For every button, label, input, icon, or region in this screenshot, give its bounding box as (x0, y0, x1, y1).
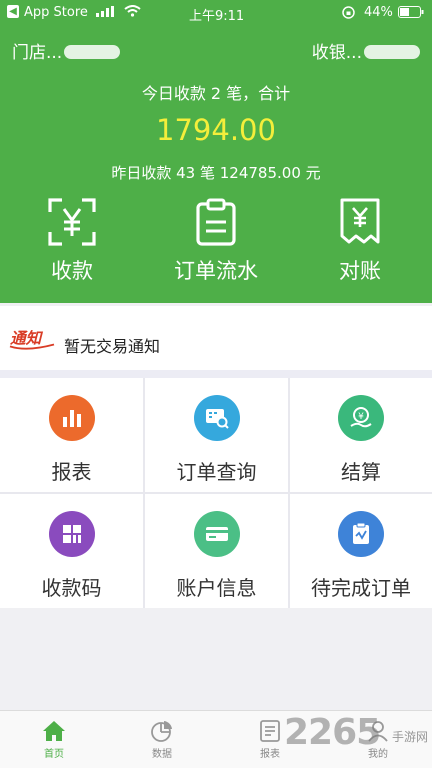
watermark: 2265 手游网 (282, 712, 432, 768)
section-divider (0, 370, 432, 378)
quick-action-label: 对账 (339, 259, 381, 283)
scan-yuan-icon (48, 198, 96, 246)
report-icon (260, 720, 280, 742)
pending-order-icon (338, 511, 384, 557)
cashier-name[interactable]: 收银... (312, 38, 420, 63)
quick-action-label: 订单流水 (174, 259, 258, 283)
tab-data[interactable]: 数据 (108, 711, 216, 768)
home-icon (43, 721, 65, 741)
menu-item-label: 报表 (51, 460, 92, 484)
back-arrow-icon[interactable]: ◀ (7, 5, 19, 18)
notice-badge-text: 通知 (10, 330, 44, 348)
order-search-icon (193, 395, 240, 441)
settlement-icon: ¥ (338, 395, 384, 441)
function-grid: 报表 订单查询 ¥ 结算 收款码 账户信息 待完成订单 (0, 378, 432, 608)
menu-item-label: 订单查询 (176, 460, 257, 484)
menu-item-order-query[interactable]: 订单查询 (145, 378, 288, 492)
status-bar: ◀ App Store 上午9:11 44% (0, 0, 432, 26)
notice-badge-icon: 通知 (9, 330, 55, 350)
tab-label: 数据 (152, 749, 172, 760)
wifi-icon (124, 5, 141, 17)
menu-item-settlement[interactable]: ¥ 结算 (290, 378, 432, 492)
menu-item-label: 结算 (341, 460, 381, 484)
battery-icon (398, 6, 424, 18)
quick-action-label: 收款 (51, 259, 93, 283)
menu-item-label: 待完成订单 (311, 576, 411, 600)
signal-icon (96, 6, 114, 17)
header-panel: ◀ App Store 上午9:11 44% 门店... 收银... 今日收款 … (0, 0, 432, 303)
bar-chart-icon (48, 395, 95, 441)
pie-chart-icon (151, 721, 172, 742)
watermark-site: 手游网 (392, 730, 429, 744)
notice-bar[interactable]: 通知 暂无交易通知 (0, 306, 432, 370)
receipt-yuan-icon (340, 198, 380, 244)
cashier-name-redaction (364, 45, 420, 59)
notice-text: 暂无交易通知 (64, 337, 161, 356)
menu-item-account-info[interactable]: 账户信息 (145, 494, 288, 608)
cashier-label: 收银... (311, 43, 362, 63)
menu-item-pending-orders[interactable]: 待完成订单 (290, 494, 432, 608)
collect-payment-button[interactable]: 收款 (0, 198, 144, 294)
tab-label: 首页 (44, 749, 64, 760)
yesterday-summary: 昨日收款 43 笔 124785.00 元 (111, 164, 321, 182)
menu-item-report[interactable]: 报表 (0, 378, 143, 492)
clipboard-icon (196, 198, 236, 246)
svg-text:¥: ¥ (358, 412, 364, 422)
tab-home[interactable]: 首页 (0, 711, 108, 768)
rotation-lock-icon (342, 6, 355, 19)
qr-grid-icon (48, 511, 95, 557)
watermark-number: 2265 (284, 712, 381, 753)
menu-item-label: 收款码 (41, 576, 102, 600)
status-time: 上午9:11 (189, 9, 245, 24)
menu-item-payment-code[interactable]: 收款码 (0, 494, 143, 608)
battery-percent: 44% (364, 5, 393, 20)
menu-item-label: 账户信息 (176, 576, 257, 600)
store-name-redaction (64, 45, 121, 59)
store-label: 门店... (12, 43, 63, 63)
store-name[interactable]: 门店... (12, 38, 121, 63)
card-icon (193, 511, 240, 557)
today-summary: 今日收款 2 笔，合计 (141, 84, 291, 103)
order-flow-button[interactable]: 订单流水 (144, 198, 288, 294)
reconciliation-button[interactable]: 对账 (288, 198, 432, 294)
today-total: 1794.00 (156, 113, 276, 147)
back-app-label[interactable]: App Store (24, 5, 88, 20)
